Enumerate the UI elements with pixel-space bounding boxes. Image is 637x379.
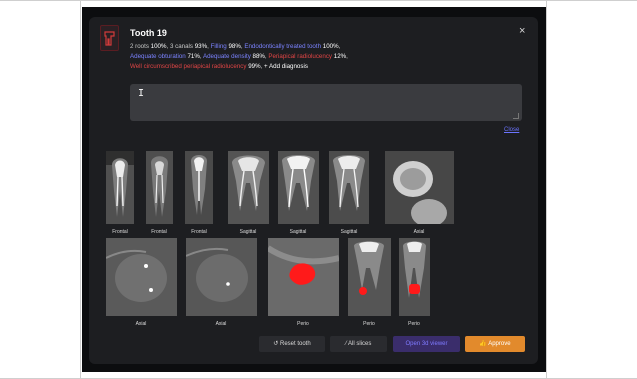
diagnosis-welldef[interactable]: Well circumscribed periapical radiolucen… [130,63,246,70]
diagnosis-periapical-pct: 12% [333,53,347,60]
slice-axial-3[interactable] [186,238,257,316]
close-link[interactable]: Close [504,127,519,133]
slice-caption: Frontal [191,229,207,235]
diagnosis-canals-pct: 93% [194,43,208,50]
slice-sagittal-2[interactable] [278,151,319,224]
outer-frame-top [0,0,637,1]
slice-caption: Perio [363,321,375,327]
diagnosis-obturation[interactable]: Adequate obturation [130,53,186,60]
diagnosis-endo-pct: 100% [322,43,339,50]
cbct-slice-image [278,151,319,224]
slice-sagittal-1[interactable] [228,151,269,224]
open-3d-viewer-button[interactable]: Open 3d viewer [393,336,460,352]
cbct-slice-image [106,151,134,224]
slice-caption: Axial [413,229,425,235]
cbct-slice-image [348,238,391,316]
cbct-slice-image [268,238,339,316]
diagnosis-welldef-pct: 99% [248,63,261,70]
outer-frame-left [0,0,81,379]
diagnosis-line-3: Well circumscribed periapical radiolucen… [130,63,308,70]
diagnosis-periapical[interactable]: Periapical radiolucency [268,53,332,60]
diagnosis-line-2: Adequate obturation 71%, Adequate densit… [130,53,348,60]
diagnosis-filling-pct: 98% [228,43,241,50]
slice-caption: Frontal [112,229,128,235]
slice-perio-3[interactable] [399,238,430,316]
diagnosis-canals[interactable]: 3 canals [170,43,193,50]
slice-caption: Perio [408,321,420,327]
slice-caption: Sagittal [239,229,257,235]
add-diagnosis-button[interactable]: + Add diagnosis [264,63,308,70]
slice-frontal-3[interactable] [185,151,213,224]
slice-caption: Axial [215,321,227,327]
cbct-slice-image [146,151,173,224]
diagnosis-filling[interactable]: Filling [211,43,227,50]
reset-icon: ↺ [273,341,280,347]
slice-axial-2[interactable] [106,238,177,316]
comment-textarea[interactable]: I [130,84,522,121]
tooth-glyph-icon [104,30,115,46]
slice-sagittal-3[interactable] [329,151,369,224]
slice-perio-2[interactable] [348,238,391,316]
approve-button[interactable]: 👍 Approve [465,336,525,352]
diagnosis-roots[interactable]: 2 roots [130,43,149,50]
slice-caption: Sagittal [340,229,358,235]
all-slices-label: All slices [348,341,372,347]
tooth-icon [100,25,119,51]
approve-label: Approve [488,341,511,347]
cbct-slice-image [399,238,430,316]
resize-handle-icon[interactable] [513,113,519,119]
diagnosis-density[interactable]: Adequate density [203,53,251,60]
slice-caption: Sagittal [289,229,307,235]
slice-caption: Frontal [151,229,167,235]
diagnosis-obturation-pct: 71% [187,53,200,60]
cbct-slice-image [106,238,177,316]
thumbs-up-icon: 👍 [479,341,489,347]
tooth-modal: Tooth 19 × 2 roots 100%, 3 canals 93%, F… [89,17,538,364]
all-slices-button[interactable]: ⁄ All slices [330,336,387,352]
diagnosis-line-1: 2 roots 100%, 3 canals 93%, Filling 98%,… [130,43,341,50]
diagnosis-density-pct: 88% [252,53,265,60]
slice-frontal-2[interactable] [146,151,173,224]
reset-tooth-label: Reset tooth [280,341,311,347]
slice-caption: Axial [135,321,147,327]
cbct-slice-image [186,238,257,316]
close-icon[interactable]: × [519,25,525,37]
slice-perio-1[interactable] [268,238,339,316]
cbct-slice-image [385,151,454,224]
diagnosis-endo[interactable]: Endodontically treated tooth [244,43,321,50]
cbct-slice-image [228,151,269,224]
text-cursor-icon: I [138,88,145,99]
reset-tooth-button[interactable]: ↺ Reset tooth [259,336,325,352]
outer-frame-right [546,0,637,379]
diagnosis-roots-pct: 100% [150,43,167,50]
cbct-slice-image [329,151,369,224]
slice-caption: Perio [297,321,309,327]
diagnosis-list: 2 roots 100%, 3 canals 93%, Filling 98%,… [130,42,520,72]
tooth-title: Tooth 19 [130,28,167,38]
cbct-slice-image [185,151,213,224]
slice-axial-1[interactable] [385,151,454,224]
slice-frontal-1[interactable] [106,151,134,224]
